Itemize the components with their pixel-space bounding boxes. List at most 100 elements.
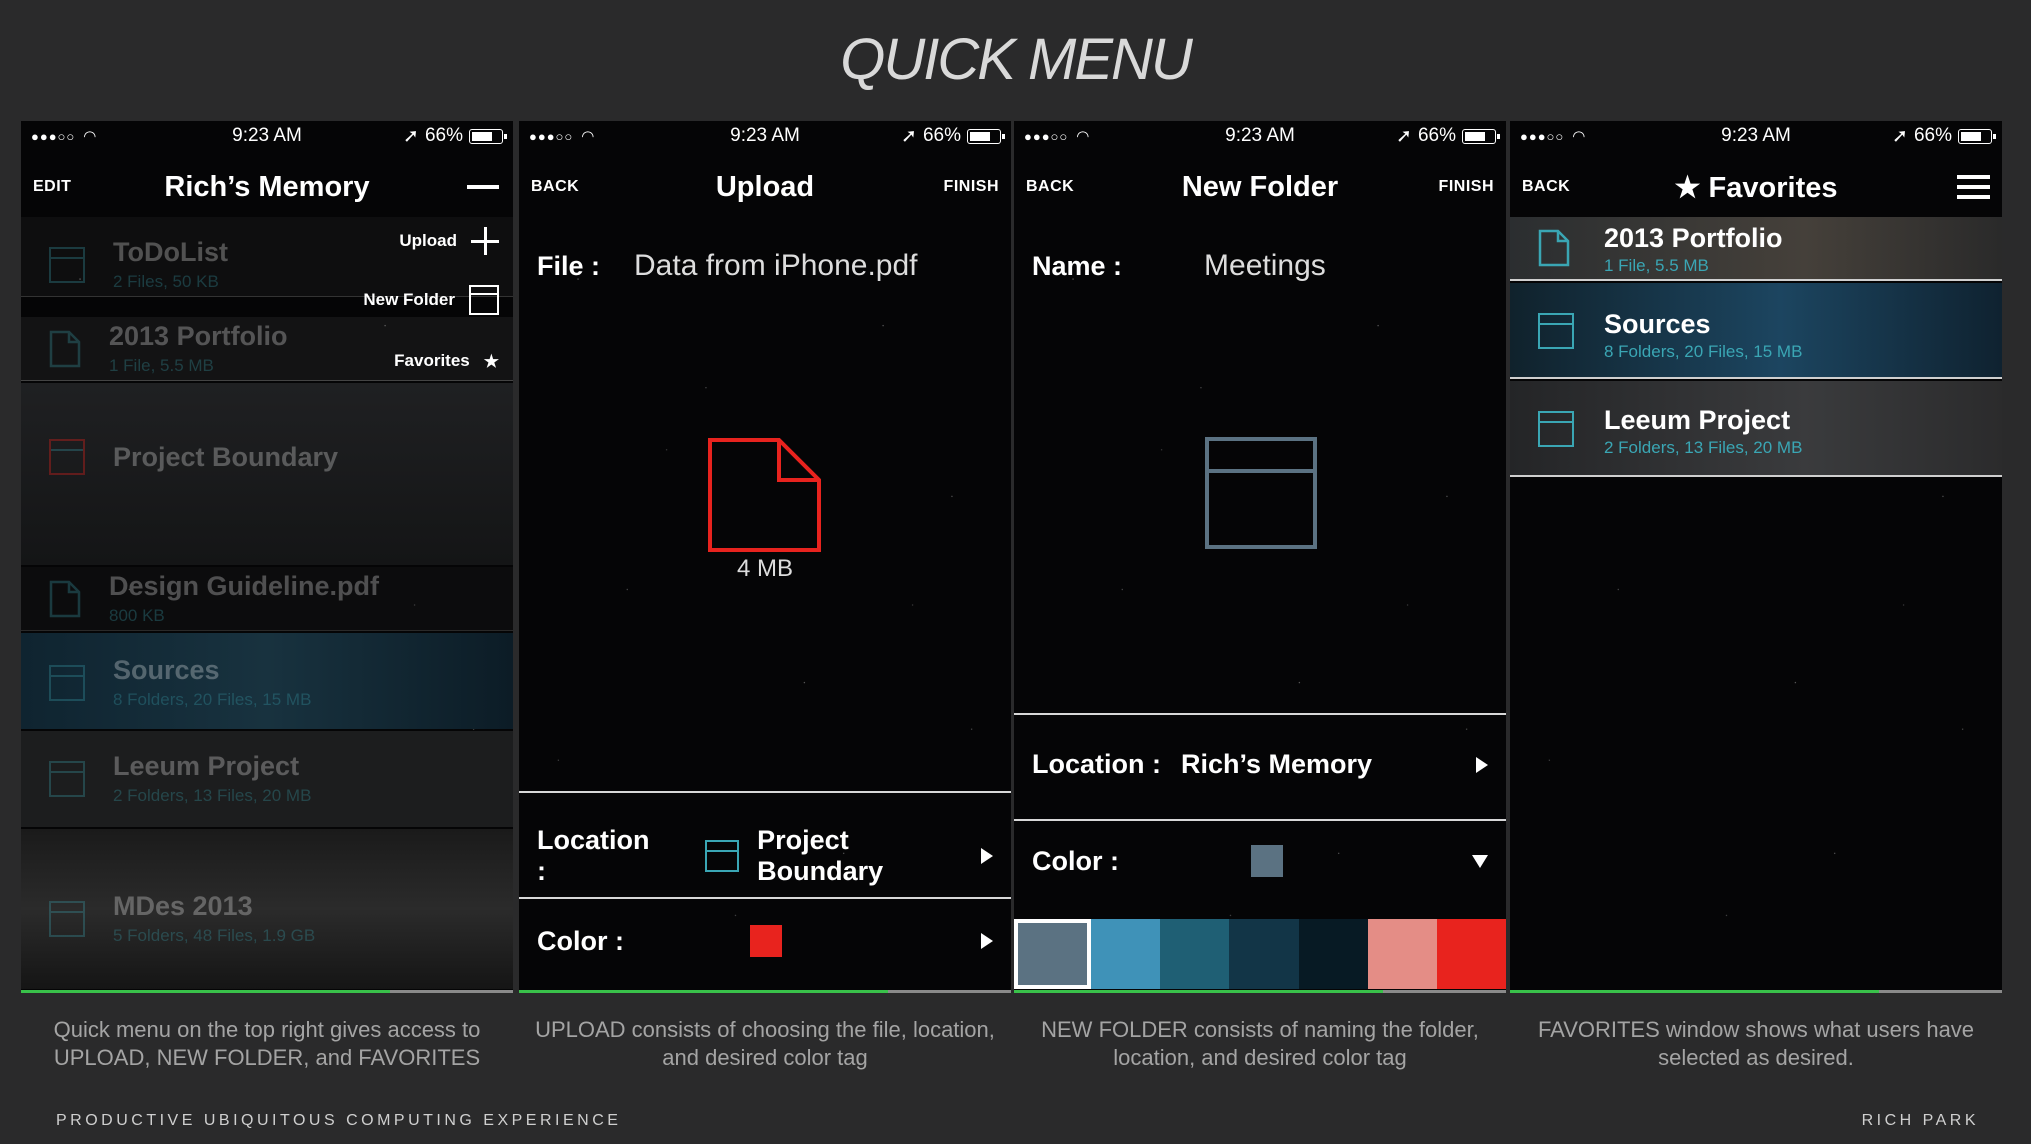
- star-icon: ★: [483, 351, 499, 371]
- edit-button[interactable]: EDIT: [33, 178, 71, 196]
- item-name: 2013 Portfolio: [109, 321, 288, 351]
- pdf-file-icon: [708, 438, 821, 552]
- color-label: Color :: [1032, 845, 1119, 876]
- chevron-down-icon[interactable]: [1472, 854, 1488, 868]
- palette-swatch[interactable]: [1298, 919, 1368, 989]
- quick-menu-label: Favorites: [394, 351, 470, 370]
- list-item[interactable]: MDes 2013 5 Folders, 48 Files, 1.9 GB: [21, 891, 513, 946]
- color-label: Color :: [537, 925, 624, 956]
- back-button[interactable]: BACK: [531, 178, 579, 196]
- color-palette: [1014, 919, 1506, 989]
- wifi-icon: ◠: [1076, 128, 1090, 145]
- palette-swatch[interactable]: [1014, 919, 1092, 989]
- list-item[interactable]: Leeum Project 2 Folders, 13 Files, 20 MB: [1510, 381, 2002, 477]
- signal-dots: ●●●○○: [529, 128, 574, 144]
- progress-bar: [1510, 990, 2002, 993]
- quick-menu-label: Upload: [399, 231, 457, 250]
- location-field[interactable]: Location : Rich’s Memory: [1014, 749, 1506, 780]
- name-value[interactable]: Meetings: [1204, 249, 1326, 283]
- location-arrow-icon: ➚: [901, 125, 917, 147]
- footer-right: RICH PARK: [1861, 1112, 1979, 1129]
- chevron-right-icon[interactable]: [981, 848, 993, 864]
- status-bar: ●●●○○ ◠ 9:23 AM ➚ 66%: [1510, 121, 2002, 151]
- folder-icon: [49, 246, 85, 283]
- location-label: Location :: [1032, 749, 1161, 779]
- battery-icon: [469, 128, 507, 144]
- battery-icon: [1958, 128, 1996, 144]
- file-size: 4 MB: [736, 555, 793, 582]
- list-item[interactable]: 2013 Portfolio 1 File, 5.5 MB: [1510, 217, 2002, 281]
- folder-icon: [49, 439, 85, 475]
- battery-percent: 66%: [1913, 125, 1952, 146]
- item-meta: 2 Files, 50 KB: [113, 272, 219, 291]
- palette-swatch[interactable]: [1160, 919, 1230, 989]
- folder-icon: [49, 664, 85, 701]
- folder-icon: [469, 285, 499, 315]
- item-meta: 800 KB: [109, 606, 165, 625]
- item-meta: 8 Folders, 20 Files, 15 MB: [1604, 342, 1803, 361]
- file-label: File :: [537, 250, 601, 281]
- battery-percent: 66%: [1417, 125, 1456, 146]
- item-name: Project Boundary: [113, 441, 339, 472]
- quick-menu-upload[interactable]: Upload: [399, 227, 499, 255]
- caption-favorites: FAVORITES window shows what users have s…: [1537, 1017, 1975, 1070]
- finish-button[interactable]: FINISH: [1439, 178, 1494, 196]
- wifi-icon: ◠: [1572, 128, 1586, 145]
- progress-bar: [21, 990, 513, 993]
- hamburger-menu-icon[interactable]: [1957, 175, 1990, 199]
- screen-favorites: ●●●○○ ◠ 9:23 AM ➚ 66% BACK ★ Favorites 20…: [1510, 121, 2002, 993]
- location-label: Location :: [537, 825, 650, 886]
- folder-icon: [1538, 313, 1574, 349]
- quick-menu-favorites[interactable]: Favorites ★: [394, 351, 499, 371]
- status-bar: ●●●○○ ◠ 9:23 AM ➚ 66%: [1014, 121, 1506, 151]
- file-field[interactable]: File : Data from iPhone.pdf: [519, 249, 1011, 283]
- color-field[interactable]: Color :: [519, 925, 1011, 957]
- signal-dots: ●●●○○: [1024, 128, 1069, 144]
- wifi-icon: ◠: [83, 128, 97, 145]
- screen-upload: ●●●○○ ◠ 9:23 AM ➚ 66% BACK Upload FINISH …: [519, 121, 1011, 993]
- chevron-right-icon[interactable]: [981, 933, 993, 949]
- item-name: MDes 2013: [113, 891, 253, 921]
- name-field[interactable]: Name : Meetings: [1014, 249, 1506, 283]
- signal-dots: ●●●○○: [1520, 128, 1565, 144]
- location-value: Rich’s Memory: [1181, 749, 1373, 779]
- nav-title: Rich’s Memory: [164, 170, 370, 203]
- item-meta: 1 File, 5.5 MB: [109, 356, 214, 375]
- chevron-right-icon[interactable]: [1476, 756, 1488, 773]
- signal-dots: ●●●○○: [31, 128, 76, 144]
- list-item[interactable]: Leeum Project 2 Folders, 13 Files, 20 MB: [21, 751, 513, 806]
- progress-bar: [1014, 990, 1506, 993]
- footer-left: PRODUCTIVE UBIQUITOUS COMPUTING EXPERIEN…: [56, 1112, 622, 1129]
- finish-button[interactable]: FINISH: [944, 178, 999, 196]
- item-meta: 2 Folders, 13 Files, 20 MB: [1604, 438, 1803, 457]
- item-meta: 2 Folders, 13 Files, 20 MB: [113, 786, 312, 805]
- quick-menu-label: New Folder: [363, 290, 455, 309]
- palette-swatch[interactable]: [1436, 919, 1506, 989]
- back-button[interactable]: BACK: [1522, 178, 1570, 196]
- palette-swatch[interactable]: [1091, 919, 1161, 989]
- quick-menu-close-icon[interactable]: [467, 185, 499, 189]
- wifi-icon: ◠: [581, 128, 595, 145]
- color-field[interactable]: Color :: [1014, 845, 1506, 877]
- list-item[interactable]: Sources 8 Folders, 20 Files, 15 MB: [1510, 283, 2002, 379]
- location-arrow-icon: ➚: [1396, 125, 1412, 147]
- nav-bar: BACK New Folder FINISH: [1014, 157, 1506, 217]
- palette-swatch[interactable]: [1367, 919, 1437, 989]
- item-name: Leeum Project: [113, 751, 300, 781]
- folder-icon: [49, 760, 85, 797]
- nav-title: New Folder: [1181, 170, 1339, 203]
- list-item[interactable]: Design Guideline.pdf 800 KB: [21, 571, 513, 626]
- folder-preview-icon: [1205, 437, 1317, 549]
- quick-menu-new-folder[interactable]: New Folder: [363, 285, 499, 315]
- palette-swatch[interactable]: [1229, 919, 1299, 989]
- list-item[interactable]: Sources 8 Folders, 20 Files, 15 MB: [21, 655, 513, 710]
- nav-bar: EDIT Rich’s Memory: [21, 157, 513, 217]
- battery-percent: 66%: [922, 125, 961, 146]
- status-bar: ●●●○○ ◠ 9:23 AM ➚ 66%: [21, 121, 513, 151]
- page-title: QUICK MENU: [840, 27, 1193, 92]
- location-field[interactable]: Location : Project Boundary: [519, 825, 1011, 887]
- back-button[interactable]: BACK: [1026, 178, 1074, 196]
- list-item[interactable]: Project Boundary: [21, 439, 513, 475]
- item-meta: 8 Folders, 20 Files, 15 MB: [113, 690, 312, 709]
- file-icon: [49, 330, 81, 367]
